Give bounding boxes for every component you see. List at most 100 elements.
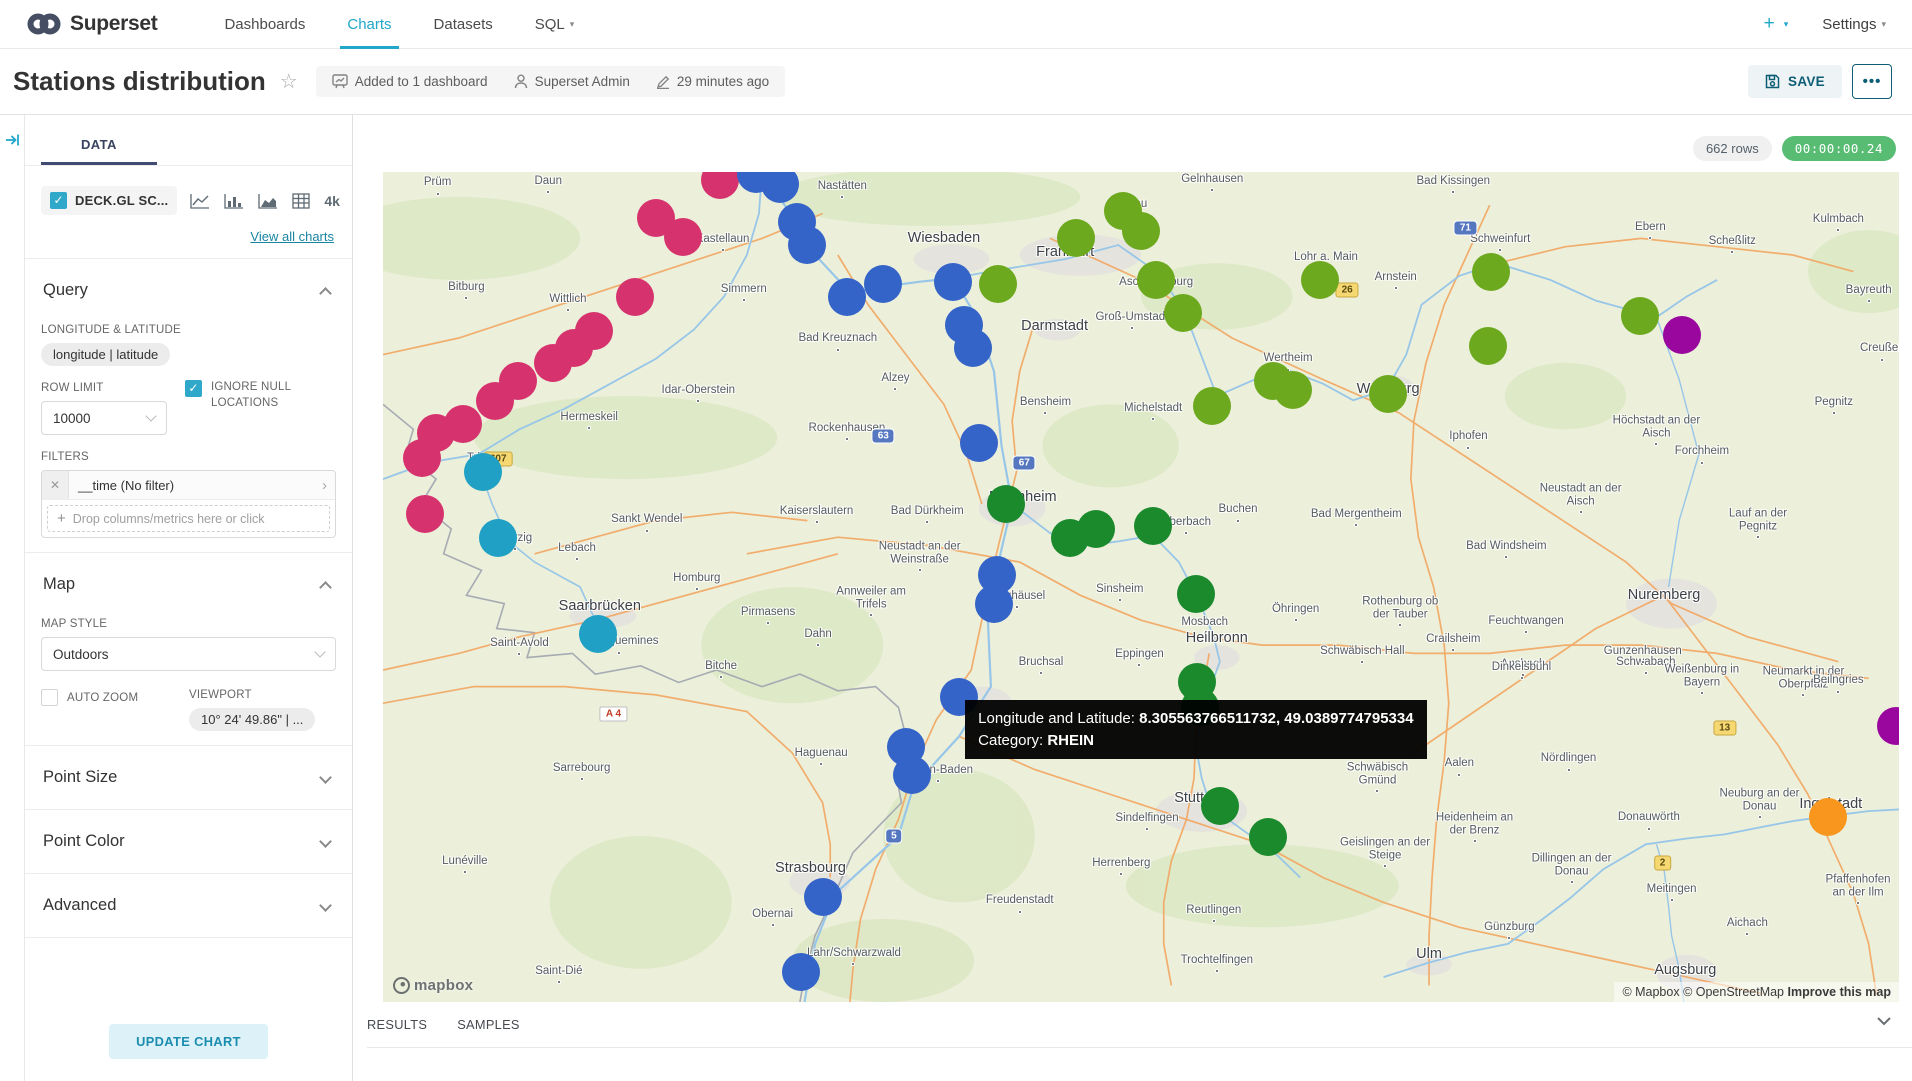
nav-charts[interactable]: Charts — [326, 0, 412, 49]
new-item-button[interactable]: +▾ — [1764, 13, 1789, 35]
map-style-select[interactable]: Outdoors — [41, 637, 336, 671]
superset-logo[interactable]: Superset — [26, 12, 157, 36]
map-point-blue[interactable] — [864, 265, 902, 303]
map-canvas[interactable]: PrümDaunNastättenGelnhausenBad Kissingen… — [383, 172, 1899, 1002]
map-point-darkgreen[interactable] — [987, 485, 1025, 523]
tab-samples[interactable]: SAMPLES — [457, 1017, 520, 1032]
more-options-button[interactable]: ••• — [1852, 64, 1892, 99]
chevron-down-icon — [314, 646, 325, 657]
tab-data[interactable]: DATA — [41, 129, 157, 165]
checkbox-unchecked-icon — [41, 689, 58, 706]
map-point-pink[interactable] — [406, 495, 444, 533]
map-point-blue[interactable] — [954, 329, 992, 367]
infinity-logo-icon — [26, 12, 62, 36]
row-limit-select[interactable]: 10000 — [41, 401, 167, 435]
section-point-color[interactable]: Point Color — [41, 824, 336, 859]
map-point-darkgreen[interactable] — [1134, 507, 1172, 545]
map-point-blue[interactable] — [934, 263, 972, 301]
map-point-cyan[interactable] — [479, 519, 517, 557]
checkbox-checked-icon: ✓ — [50, 192, 67, 209]
map-point-darkgreen[interactable] — [1201, 787, 1239, 825]
map-point-green[interactable] — [1137, 261, 1175, 299]
map-point-pink[interactable] — [534, 344, 572, 382]
section-advanced[interactable]: Advanced — [41, 888, 336, 923]
view-all-charts-link[interactable]: View all charts — [41, 229, 334, 244]
map-point-blue[interactable] — [788, 226, 826, 264]
map-point-pink[interactable] — [616, 278, 654, 316]
chevron-down-icon — [319, 771, 332, 784]
table-icon[interactable] — [292, 193, 310, 209]
map-point-green[interactable] — [1369, 375, 1407, 413]
map-point-orange[interactable] — [1809, 798, 1847, 836]
tab-results[interactable]: RESULTS — [367, 1017, 427, 1032]
update-chart-button[interactable]: UPDATE CHART — [109, 1024, 268, 1059]
plus-icon: + — [57, 510, 66, 527]
map-point-darkgreen[interactable] — [1249, 818, 1287, 856]
mapbox-logo[interactable]: mapbox — [393, 977, 473, 994]
chevron-right-icon: › — [322, 477, 335, 494]
map-point-blue[interactable] — [804, 878, 842, 916]
chevron-down-icon: ▾ — [1881, 19, 1886, 30]
map-point-green[interactable] — [1469, 327, 1507, 365]
collapse-results-chevron-icon[interactable] — [1876, 1016, 1892, 1026]
map-point-green[interactable] — [1057, 219, 1095, 257]
explore-control-panel: DATA ✓ DECK.GL SC... 4k View all charts — [25, 115, 353, 1081]
ignore-null-control[interactable]: ✓ IGNORE NULL LOCATIONS — [185, 380, 315, 435]
map-point-purple[interactable] — [1663, 316, 1701, 354]
nav-sql[interactable]: SQL▾ — [514, 0, 596, 49]
last-modified[interactable]: 29 minutes ago — [656, 74, 769, 89]
chevron-down-icon — [319, 835, 332, 848]
map-point-cyan[interactable] — [579, 615, 617, 653]
settings-menu[interactable]: Settings▾ — [1822, 16, 1886, 33]
map-point-green[interactable] — [1164, 294, 1202, 332]
map-point-green[interactable] — [1193, 387, 1231, 425]
map-point-pink[interactable] — [403, 439, 441, 477]
dashboard-icon — [332, 74, 348, 89]
save-button[interactable]: SAVE — [1748, 65, 1842, 98]
osm-attribution-link[interactable]: © OpenStreetMap — [1683, 985, 1784, 999]
auto-zoom-control[interactable]: AUTO ZOOM — [41, 689, 171, 731]
map-point-green[interactable] — [1274, 371, 1312, 409]
improve-map-link[interactable]: Improve this map — [1788, 985, 1892, 999]
map-point-green[interactable] — [1301, 261, 1339, 299]
map-point-blue[interactable] — [893, 756, 931, 794]
dashboard-count[interactable]: Added to 1 dashboard — [332, 74, 488, 89]
area-chart-icon[interactable] — [258, 193, 278, 209]
remove-filter-icon[interactable]: ✕ — [42, 471, 69, 499]
line-chart-icon[interactable] — [190, 193, 210, 209]
map-point-blue[interactable] — [782, 953, 820, 991]
map-point-darkgreen[interactable] — [1177, 575, 1215, 613]
filter-drop-area[interactable]: + Drop columns/metrics here or click — [47, 505, 330, 532]
filter-pill-time[interactable]: ✕ __time (No filter) › — [42, 471, 335, 500]
map-point-blue[interactable] — [828, 278, 866, 316]
chart-owner[interactable]: Superset Admin — [514, 74, 630, 89]
viz-type-selected[interactable]: ✓ DECK.GL SC... — [41, 186, 177, 215]
map-point-pink[interactable] — [476, 382, 514, 420]
brand-name: Superset — [70, 12, 157, 36]
bar-chart-icon[interactable] — [224, 193, 244, 209]
expand-panel-icon[interactable] — [5, 133, 20, 147]
map-point-cyan[interactable] — [464, 453, 502, 491]
user-icon — [514, 74, 528, 89]
section-point-size[interactable]: Point Size — [41, 760, 336, 795]
viewport-value-pill[interactable]: 10° 24' 49.86" | ... — [189, 708, 315, 731]
section-query[interactable]: Query — [41, 273, 336, 308]
lonlat-value-pill[interactable]: longitude | latitude — [41, 343, 170, 366]
map-point-green[interactable] — [1472, 253, 1510, 291]
panel-collapse-rail — [0, 115, 25, 1081]
big-number-viz-icon[interactable]: 4k — [324, 193, 340, 209]
nav-dashboards[interactable]: Dashboards — [203, 0, 326, 49]
map-point-green[interactable] — [1621, 297, 1659, 335]
map-point-green[interactable] — [979, 265, 1017, 303]
section-map[interactable]: Map — [41, 567, 336, 602]
map-point-darkgreen[interactable] — [1077, 510, 1115, 548]
filters-label: FILTERS — [41, 451, 336, 463]
mapbox-attribution-link[interactable]: © Mapbox — [1622, 985, 1679, 999]
nav-datasets[interactable]: Datasets — [413, 0, 514, 49]
favorite-star-icon[interactable]: ☆ — [280, 69, 298, 94]
map-point-pink[interactable] — [664, 218, 702, 256]
map-point-blue[interactable] — [975, 585, 1013, 623]
map-point-blue[interactable] — [960, 424, 998, 462]
map-point-green[interactable] — [1122, 212, 1160, 250]
chevron-down-icon: ▾ — [1784, 19, 1789, 30]
